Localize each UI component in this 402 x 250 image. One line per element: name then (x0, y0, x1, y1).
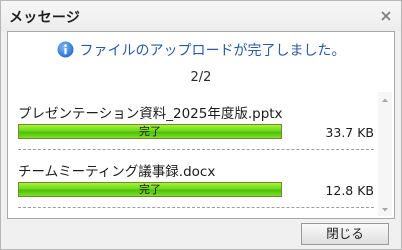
progress-bar: 完了 (18, 124, 282, 139)
completion-message: ファイルのアップロードが完了しました。 (8, 40, 394, 60)
scroll-track[interactable] (380, 106, 390, 202)
dialog-titlebar: メッセージ (1, 1, 401, 31)
file-size: 33.7 KB (325, 125, 374, 140)
list-scrollbar[interactable] (378, 92, 392, 216)
close-button[interactable]: 閉じる (301, 223, 389, 245)
message-text: ファイルのアップロードが完了しました。 (79, 43, 346, 59)
file-name: チームミーティング議事録.docx (18, 164, 216, 180)
progress-bar: 完了 (18, 182, 282, 197)
dialog-content: ファイルのアップロードが完了しました。 2/2 プレゼンテーション資料_2025… (7, 31, 395, 219)
dialog-footer: 閉じる (1, 219, 401, 249)
dialog-title: メッセージ (9, 10, 81, 26)
progress-status: 完了 (139, 125, 161, 138)
file-name: プレゼンテーション資料_2025年度版.pptx (18, 106, 283, 122)
message-dialog: メッセージ ファイルのアップロードが完了しました。 2/2 プレゼンテーション資… (0, 0, 402, 250)
info-icon (57, 41, 74, 58)
file-size: 12.8 KB (325, 183, 374, 198)
close-icon[interactable] (379, 8, 393, 22)
scroll-up-arrow-icon[interactable] (378, 92, 392, 106)
list-item: チームミーティング議事録.docx 完了 12.8 KB (14, 150, 374, 208)
file-list: プレゼンテーション資料_2025年度版.pptx 完了 33.7 KB チームミ… (14, 92, 374, 216)
divider (18, 207, 374, 208)
file-counter: 2/2 (190, 70, 212, 85)
progress-status: 完了 (139, 183, 161, 196)
list-item: プレゼンテーション資料_2025年度版.pptx 完了 33.7 KB (14, 92, 374, 150)
scroll-down-arrow-icon[interactable] (378, 202, 392, 216)
